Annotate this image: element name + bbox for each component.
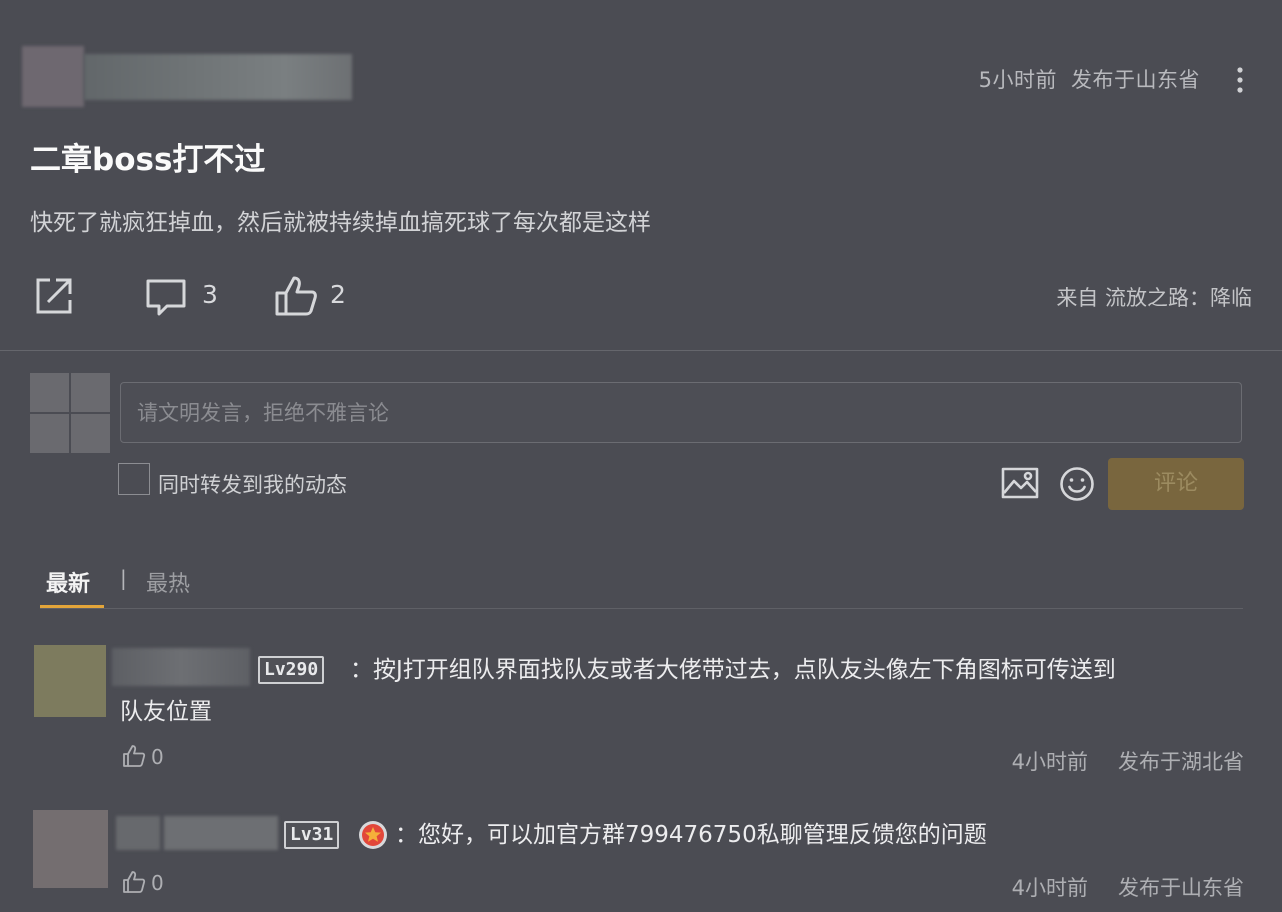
- tab-hot[interactable]: 最热: [146, 566, 190, 598]
- comment-author-redacted[interactable]: [112, 648, 250, 686]
- comment-avatar[interactable]: [34, 645, 106, 717]
- post-author-name-redacted[interactable]: [84, 54, 352, 100]
- divider: [0, 350, 1282, 351]
- thumbs-up-icon[interactable]: [122, 744, 146, 768]
- comment-like-count: 0: [151, 871, 164, 895]
- comment-text: ：您好，可以加官方群799476750私聊管理反馈您的问题: [395, 822, 987, 848]
- like-count: 2: [330, 280, 346, 309]
- comment-location: 发布于山东省: [1118, 876, 1244, 900]
- thumbs-up-icon[interactable]: [274, 274, 318, 318]
- level-badge: Lv290: [258, 656, 325, 684]
- comment-icon[interactable]: [145, 276, 187, 318]
- post-title: 二章boss打不过: [30, 142, 266, 178]
- comment-time: 4小时前: [1011, 750, 1088, 774]
- tab-latest[interactable]: 最新: [46, 566, 90, 598]
- comment-meta: 4小时前 发布于湖北省: [1012, 746, 1244, 776]
- level-badge: Lv31: [284, 821, 340, 849]
- comment-author-redacted[interactable]: [116, 816, 160, 850]
- comment-text: ：按J打开组队界面找队友或者大佬带过去，点队友头像左下角图标可传送到: [350, 657, 1116, 683]
- image-icon[interactable]: [1001, 466, 1039, 500]
- current-user-avatar: [30, 373, 110, 453]
- comment-meta: 4小时前 发布于山东省: [1012, 872, 1244, 902]
- comment-time: 4小时前: [1011, 876, 1088, 900]
- comment-count: 3: [202, 280, 218, 309]
- share-icon[interactable]: [34, 276, 74, 316]
- post-location: 发布于山东省: [1071, 68, 1200, 92]
- submit-comment-button[interactable]: 评论: [1108, 458, 1244, 510]
- tab-separator: |: [120, 566, 127, 590]
- comment-input-box[interactable]: [120, 382, 1242, 443]
- comment-location: 发布于湖北省: [1118, 750, 1244, 774]
- more-vertical-icon[interactable]: [1230, 66, 1250, 94]
- post-source[interactable]: 来自 流放之路：降临: [1056, 282, 1252, 312]
- emoji-icon[interactable]: [1059, 466, 1095, 502]
- thumbs-up-icon[interactable]: [122, 870, 146, 894]
- post-author-avatar[interactable]: [22, 46, 84, 107]
- comment-avatar[interactable]: [33, 810, 108, 888]
- comment-author-redacted[interactable]: [164, 816, 278, 850]
- post-meta: 5小时前 发布于山东省: [979, 64, 1200, 94]
- tabs-divider: [40, 608, 1243, 609]
- repost-checkbox[interactable]: [118, 463, 150, 495]
- comment-like-count: 0: [151, 745, 164, 769]
- medal-icon: [359, 821, 387, 849]
- comment-input[interactable]: [121, 383, 1241, 442]
- repost-label[interactable]: 同时转发到我的动态: [158, 469, 347, 499]
- post-body: 快死了就疯狂掉血，然后就被持续掉血搞死球了每次都是这样: [30, 210, 651, 236]
- post-time: 5小时前: [978, 68, 1057, 92]
- comment-text-continued: 队友位置: [120, 699, 212, 725]
